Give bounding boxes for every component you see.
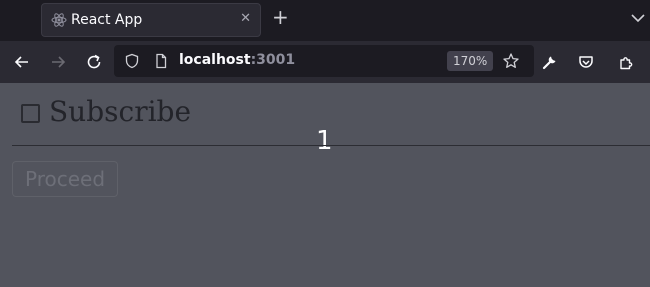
shield-icon[interactable] — [124, 53, 140, 69]
pocket-icon[interactable] — [577, 53, 595, 71]
navigation-toolbar: localhost:3001 170% — [0, 41, 650, 83]
forward-arrow-icon[interactable] — [49, 53, 67, 71]
tab-strip: React App ✕ + — [0, 0, 650, 41]
subscribe-checkbox[interactable] — [21, 104, 40, 123]
plus-icon[interactable]: + — [272, 7, 289, 27]
close-icon[interactable]: ✕ — [240, 11, 251, 26]
subscribe-label[interactable]: Subscribe — [49, 95, 191, 128]
url-text[interactable]: localhost:3001 — [179, 52, 295, 68]
star-icon[interactable] — [502, 52, 520, 70]
wrench-icon[interactable] — [541, 53, 559, 71]
extensions-icon[interactable] — [618, 53, 636, 71]
reload-icon[interactable] — [85, 53, 103, 71]
url-bar[interactable]: localhost:3001 170% — [114, 45, 534, 77]
page-icon[interactable] — [153, 53, 169, 69]
react-icon — [51, 13, 67, 27]
page-content: Subscribe 1 Proceed — [0, 83, 650, 287]
back-arrow-icon[interactable] — [13, 53, 31, 71]
tab-react-app[interactable]: React App ✕ — [41, 3, 261, 37]
proceed-button[interactable]: Proceed — [12, 161, 118, 197]
zoom-level-badge[interactable]: 170% — [447, 51, 494, 71]
chevron-down-icon[interactable] — [630, 10, 646, 26]
count-value: 1 — [316, 126, 333, 156]
url-host: localhost — [179, 52, 251, 68]
divider — [12, 145, 650, 146]
tab-title: React App — [71, 12, 143, 28]
url-port: :3001 — [250, 52, 296, 68]
